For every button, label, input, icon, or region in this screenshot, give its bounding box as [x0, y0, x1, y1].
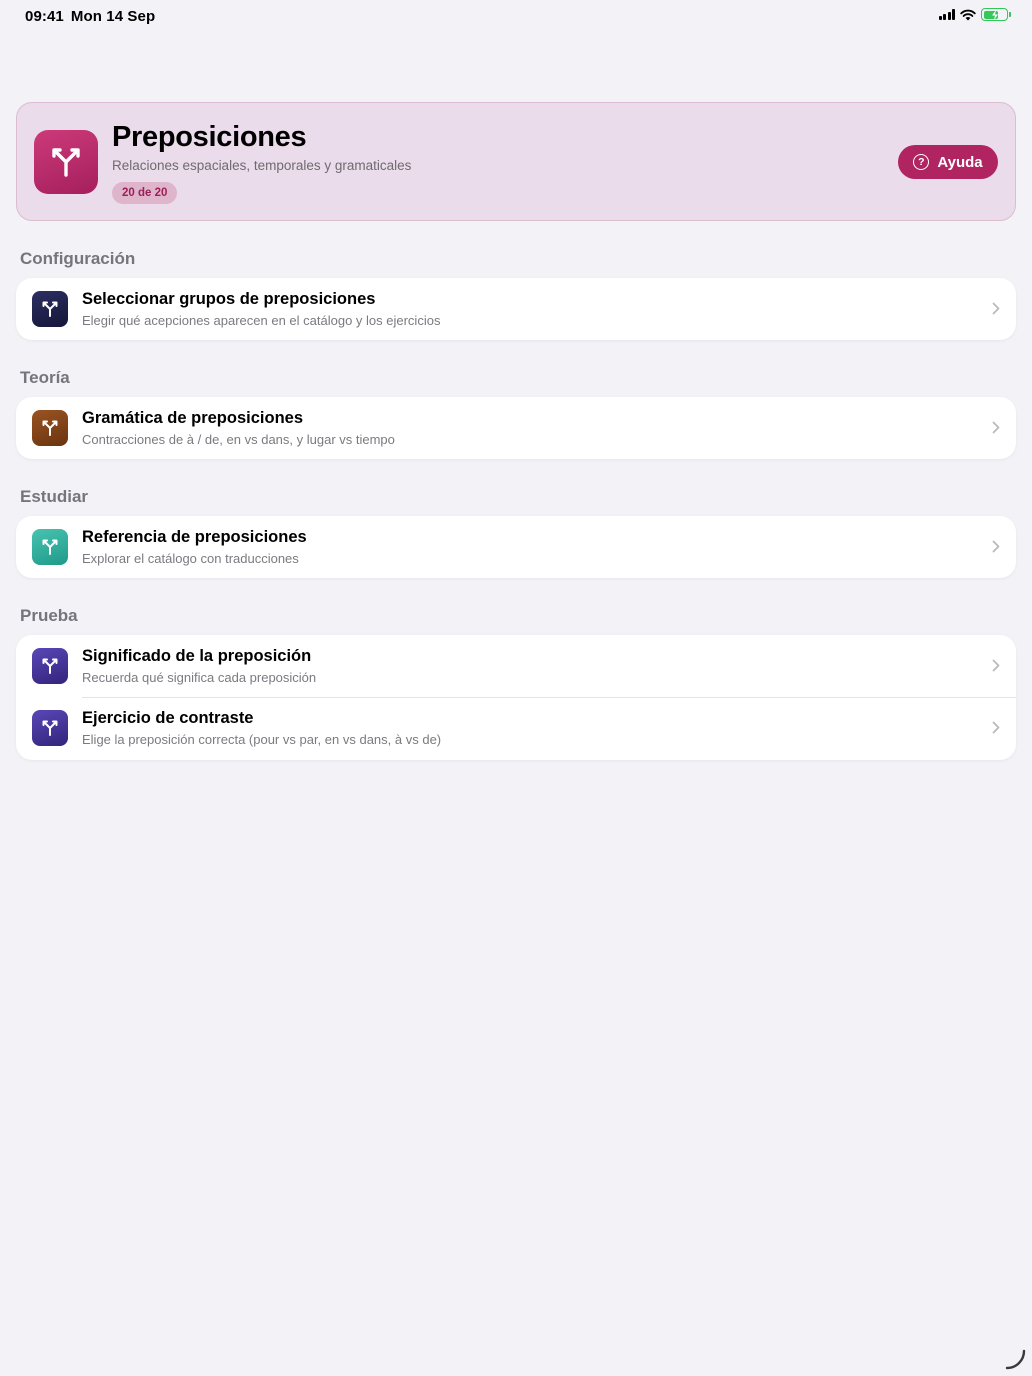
chevron-right-icon: [992, 540, 1000, 553]
fork-icon: [32, 529, 68, 565]
cellular-signal-icon: [938, 9, 955, 20]
header-card: Preposiciones Relaciones espaciales, tem…: [16, 102, 1016, 221]
fork-icon: [32, 648, 68, 684]
section-card-estudiar: Referencia de preposiciones Explorar el …: [16, 516, 1016, 578]
section-card-prueba: Significado de la preposición Recuerda q…: [16, 635, 1016, 760]
list-item-subtitle: Recuerda qué significa cada preposición: [82, 670, 317, 685]
chevron-right-icon: [992, 302, 1000, 315]
chevron-right-icon: [992, 421, 1000, 434]
help-button[interactable]: ? Ayuda: [898, 145, 998, 179]
section-title-estudiar: Estudiar: [20, 487, 89, 506]
list-item-title: Significado de la preposición: [82, 647, 312, 665]
list-item-title: Gramática de preposiciones: [82, 409, 304, 427]
list-item-subtitle: Explorar el catálogo con traducciones: [82, 551, 299, 566]
progress-badge: 20 de 20: [112, 182, 178, 204]
battery-charging-icon: [981, 8, 1011, 21]
status-time: 09:41 Mon 14 Sep: [25, 8, 155, 25]
list-item-subtitle: Elegir qué acepciones aparecen en el cat…: [82, 313, 441, 328]
status-bar: 09:41 Mon 14 Sep: [0, 0, 1032, 32]
status-date: Mon 14 Sep: [70, 8, 156, 25]
status-indicators: [938, 8, 1011, 21]
section-title-prueba: Prueba: [20, 606, 78, 625]
fork-icon: [32, 291, 68, 327]
section-title-configuracion: Configuración: [20, 249, 136, 268]
list-item-title: Ejercicio de contraste: [82, 709, 254, 727]
wifi-icon: [960, 9, 976, 20]
preposition-app-icon: [34, 130, 98, 194]
fork-icon: [32, 710, 68, 746]
section-card-configuracion: Seleccionar grupos de preposiciones Eleg…: [16, 278, 1016, 340]
section-card-teoria: Gramática de preposiciones Contracciones…: [16, 397, 1016, 459]
list-item-significado[interactable]: Significado de la preposición Recuerda q…: [16, 635, 1016, 697]
list-item-referencia[interactable]: Referencia de preposiciones Explorar el …: [16, 516, 1016, 578]
help-button-label: Ayuda: [937, 153, 983, 171]
list-item-subtitle: Contracciones de à / de, en vs dans, y l…: [82, 432, 395, 447]
list-item-contraste[interactable]: Ejercicio de contraste Elige la preposic…: [16, 697, 1016, 760]
page-title: Preposiciones: [112, 121, 307, 153]
list-item-title: Referencia de preposiciones: [82, 528, 307, 546]
list-item-subtitle: Elige la preposición correcta (pour vs p…: [82, 732, 442, 747]
status-clock: 09:41: [25, 8, 64, 25]
section-title-teoria: Teoría: [20, 368, 70, 387]
fork-icon: [32, 410, 68, 446]
list-item-title: Seleccionar grupos de preposiciones: [82, 290, 376, 308]
list-item-seleccionar-grupos[interactable]: Seleccionar grupos de preposiciones Eleg…: [16, 278, 1016, 340]
window-resize-handle-icon[interactable]: [1004, 1348, 1026, 1370]
question-circle-icon: ?: [913, 154, 930, 170]
page-subtitle: Relaciones espaciales, temporales y gram…: [112, 158, 412, 173]
chevron-right-icon: [992, 659, 1000, 672]
list-item-gramatica[interactable]: Gramática de preposiciones Contracciones…: [16, 397, 1016, 459]
chevron-right-icon: [992, 721, 1000, 734]
